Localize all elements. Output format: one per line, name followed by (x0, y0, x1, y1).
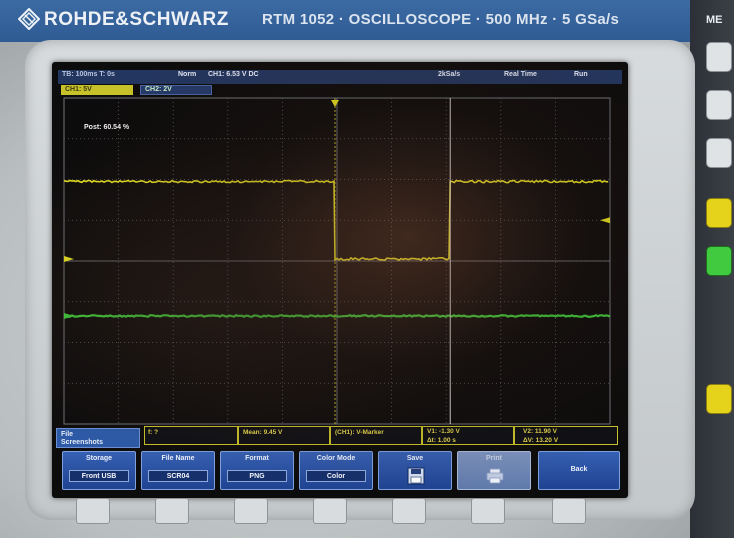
bezel-button-5[interactable] (392, 498, 426, 524)
menu-title-line2: Screenshots (61, 439, 135, 447)
bezel-button-3[interactable] (234, 498, 268, 524)
menu-title-line1: File (61, 431, 135, 439)
oscilloscope-display: TB: 100ms T: 0s Norm CH1: 6.53 V DC 2kSa… (52, 62, 628, 498)
meas-freq-cell: f: ? (144, 426, 238, 445)
side-button-1[interactable] (706, 42, 732, 72)
oscilloscope-photo: ROHDE&SCHWARZ RTM 1052 · OSCILLOSCOPE · … (0, 0, 734, 538)
meas-v1-cell: V1: -1.30 V Δt: 1.00 s (422, 426, 514, 445)
ch1-indicator[interactable]: CH1: 5V (61, 85, 133, 95)
meas-v2: V2: 11.90 V (523, 428, 557, 435)
side-panel-label: ME (706, 14, 723, 26)
ch2-button[interactable] (706, 246, 732, 276)
trigger-position-marker (331, 100, 339, 107)
meas-dv: ΔV: 13.20 V (523, 437, 558, 444)
softkey-print-label: Print (458, 455, 530, 462)
ch2-label: CH2: 2V (145, 86, 172, 93)
softkey-print[interactable]: Print (457, 451, 531, 490)
meas-marker-cell: (CH1): V-Marker (330, 426, 422, 445)
softkey-file-name[interactable]: File Name SCR04 (141, 451, 215, 490)
trigger-info: CH1: 6.53 V DC (208, 71, 259, 78)
meas-freq: f: ? (148, 429, 158, 436)
ch2-ground-marker (64, 313, 74, 319)
menu-title: File Screenshots (56, 428, 140, 448)
bezel-button-1[interactable] (76, 498, 110, 524)
model-description: RTM 1052 · OSCILLOSCOPE · 500 MHz · 5 GS… (262, 11, 619, 28)
softkey-storage-label: Storage (63, 455, 135, 462)
softkey-format-label: Format (221, 455, 293, 462)
meas-marker-type: (CH1): V-Marker (335, 429, 384, 436)
softkey-color-mode-label: Color Mode (300, 455, 372, 462)
brand-name: ROHDE&SCHWARZ (44, 9, 229, 31)
sample-rate: 2kSa/s (438, 71, 460, 78)
softkey-storage-value: Front USB (69, 470, 129, 482)
ch1-label: CH1: 5V (65, 86, 92, 93)
meas-v2-cell: V2: 11.90 V ΔV: 13.20 V (514, 426, 618, 445)
trigger-level-marker (600, 217, 610, 223)
side-button-3[interactable] (706, 138, 732, 168)
meas-v1: V1: -1.30 V (427, 428, 460, 435)
bezel-button-7[interactable] (552, 498, 586, 524)
measurement-bar: f: ? Mean: 9.45 V (CH1): V-Marker V1: -1… (144, 426, 618, 446)
bezel-button-4[interactable] (313, 498, 347, 524)
bezel-button-2[interactable] (155, 498, 189, 524)
softkey-color-mode[interactable]: Color Mode Color (299, 451, 373, 490)
softkey-storage[interactable]: Storage Front USB (62, 451, 136, 490)
ch1-button[interactable] (706, 198, 732, 228)
run-state: Run (574, 71, 588, 78)
side-button-2[interactable] (706, 90, 732, 120)
softkey-save[interactable]: Save (378, 451, 452, 490)
rohde-schwarz-diamond-icon (18, 8, 40, 30)
ch2-indicator[interactable]: CH2: 2V (140, 85, 212, 95)
softkey-save-label: Save (379, 455, 451, 462)
side-yellow-button[interactable] (706, 384, 732, 414)
channel-bar: CH1: 5V CH2: 2V (58, 85, 622, 96)
softkey-format-value: PNG (227, 470, 287, 482)
timebase-readout: TB: 100ms T: 0s (62, 71, 115, 78)
save-icon (406, 467, 426, 485)
post-trigger-readout: Post: 60.54 % (84, 124, 129, 131)
meas-dt: Δt: 1.00 s (427, 437, 456, 444)
top-brand-panel: ROHDE&SCHWARZ RTM 1052 · OSCILLOSCOPE · … (0, 0, 706, 42)
bezel-button-6[interactable] (471, 498, 505, 524)
trigger-mode: Norm (178, 71, 196, 78)
acquisition-mode: Real Time (504, 71, 537, 78)
softkey-color-mode-value: Color (306, 470, 366, 482)
printer-icon (485, 468, 505, 484)
status-bar: TB: 100ms T: 0s Norm CH1: 6.53 V DC 2kSa… (58, 70, 622, 84)
softkey-back-label: Back (539, 466, 619, 473)
softkey-back[interactable]: Back (538, 451, 620, 490)
meas-mean-cell: Mean: 9.45 V (238, 426, 330, 445)
ch2-waveform (64, 315, 610, 317)
softkey-file-name-label: File Name (142, 455, 214, 462)
meas-mean: Mean: 9.45 V (243, 429, 282, 436)
softkey-file-name-value: SCR04 (148, 470, 208, 482)
softkey-format[interactable]: Format PNG (220, 451, 294, 490)
